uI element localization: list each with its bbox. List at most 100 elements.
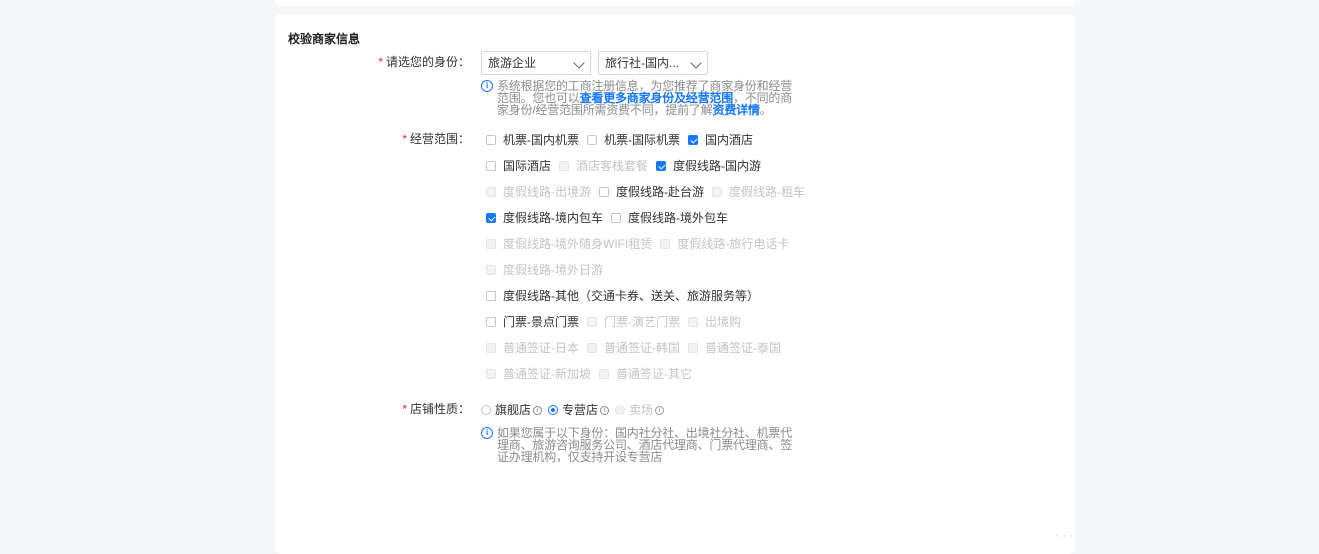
scope-checkbox: 普通签证-韩国 (587, 340, 680, 356)
scope-checkbox: 普通签证-日本 (486, 340, 579, 356)
scope-checkbox[interactable]: 机票-国内机票 (486, 132, 579, 148)
scope-checkbox-label: 普通签证-泰国 (705, 341, 781, 355)
checkbox-icon (712, 187, 722, 197)
info-icon: i (481, 427, 493, 439)
scope-checkbox: 度假线路-出境游 (486, 184, 591, 200)
required-mark: * (402, 132, 407, 146)
scope-row: 度假线路-境内包车 度假线路-境外包车 (486, 210, 736, 226)
checkbox-icon (486, 187, 496, 197)
scope-row: 度假线路-出境游 度假线路-赴台游 度假线路-租车 (486, 184, 813, 200)
info-tooltip-icon[interactable]: i (655, 405, 665, 415)
scope-checkbox[interactable]: 度假线路-境内包车 (486, 210, 603, 226)
checkbox-icon (486, 161, 496, 171)
scope-checkbox-label: 普通签证-新加坡 (503, 367, 591, 381)
scope-checkbox: 出境购 (688, 314, 741, 330)
checkbox-checked-icon (688, 135, 698, 145)
scope-checkbox-label: 度假线路-出境游 (503, 185, 591, 199)
scope-checkbox[interactable]: 度假线路-赴台游 (599, 184, 704, 200)
store-type-radio[interactable]: 旗舰店 i (481, 402, 543, 418)
scope-checkbox: 酒店客栈套餐 (559, 158, 648, 174)
checkbox-icon (486, 265, 496, 275)
scope-row: 门票-景点门票 门票-演艺门票 出境购 (486, 314, 749, 330)
scope-checkbox-label: 机票-国内机票 (503, 133, 579, 147)
store-type-hint: i 如果您属于以下身份：国内社分社、出境社分社、机票代理商、旅游咨询服务公司、酒… (481, 427, 801, 463)
checkbox-icon (587, 343, 597, 353)
store-type-radio-group: 旗舰店 i 专营店 i 卖场 i (481, 402, 670, 418)
scope-checkbox: 普通签证-泰国 (688, 340, 781, 356)
scope-row: 度假线路-其他（交通卡券、送关、旅游服务等） (486, 288, 767, 304)
store-type-label: * 店铺性质： (402, 402, 470, 416)
scope-checkbox[interactable]: 度假线路-国内游 (656, 158, 761, 174)
merchant-info-card: 校验商家信息 * 请选您的身份： 旅游企业 旅行社-国内... i 系统根据您的工… (275, 14, 1075, 554)
store-type-radio-label: 卖场 (629, 403, 654, 417)
checkbox-icon (486, 369, 496, 379)
info-tooltip-icon[interactable]: i (600, 405, 610, 415)
scope-checkbox-label: 度假线路-其他（交通卡券、送关、旅游服务等） (503, 289, 759, 303)
checkbox-icon (660, 239, 671, 249)
checkbox-icon (587, 317, 597, 327)
checkbox-icon (486, 239, 496, 249)
scope-checkbox-label: 酒店客栈套餐 (576, 159, 649, 173)
info-tooltip-icon[interactable]: i (533, 405, 543, 415)
scope-checkbox-label: 国际酒店 (503, 159, 552, 173)
checkbox-icon (688, 317, 698, 327)
store-type-radio-label: 专营店 (562, 403, 599, 417)
scope-row: 度假线路-境外日游 (486, 262, 611, 278)
scope-checkbox[interactable]: 国际酒店 (486, 158, 551, 174)
checkbox-icon (599, 369, 609, 379)
scope-row: 普通签证-新加坡 普通签证-其它 (486, 366, 700, 382)
scope-checkbox-label: 度假线路-境外包车 (628, 211, 728, 225)
checkbox-icon (599, 187, 609, 197)
scope-row: 国际酒店 酒店客栈套餐 度假线路-国内游 (486, 158, 769, 174)
checkbox-icon (587, 135, 597, 145)
scope-checkbox-label: 门票-演艺门票 (604, 315, 680, 329)
identity-subtype-select[interactable]: 旅行社-国内... (598, 51, 708, 75)
checkbox-icon (486, 317, 496, 327)
chevron-down-icon (690, 57, 702, 69)
scope-checkbox-label: 度假线路-境内包车 (503, 211, 603, 225)
info-icon: i (481, 80, 493, 92)
scope-checkbox[interactable]: 门票-景点门票 (486, 314, 579, 330)
scope-checkbox[interactable]: 度假线路-其他（交通卡券、送关、旅游服务等） (486, 288, 759, 304)
radio-icon (481, 405, 491, 415)
scope-row: 度假线路-境外随身WIFI租赁 度假线路-旅行电话卡 (486, 236, 797, 252)
scope-checkbox-label: 普通签证-日本 (503, 341, 579, 355)
fee-details-link[interactable]: 资费详情 (713, 103, 760, 117)
scope-checkbox-label: 出境购 (705, 315, 742, 329)
scope-checkbox: 普通签证-新加坡 (486, 366, 591, 382)
scope-checkbox: 度假线路-租车 (712, 184, 805, 200)
watermark: · · · (1055, 528, 1074, 542)
scope-checkbox: 度假线路-境外日游 (486, 262, 603, 278)
scope-row: 普通签证-日本 普通签证-韩国 普通签证-泰国 (486, 340, 789, 356)
scope-checkbox: 门票-演艺门票 (587, 314, 680, 330)
scope-checkbox: 普通签证-其它 (599, 366, 692, 382)
store-type-radio[interactable]: 专营店 i (548, 402, 610, 418)
scope-checkbox-label: 普通签证-韩国 (604, 341, 680, 355)
checkbox-icon (688, 343, 698, 353)
scope-checkbox-label: 度假线路-租车 (729, 185, 805, 199)
scope-checkbox[interactable]: 度假线路-境外包车 (611, 210, 728, 226)
scope-label: * 经营范围： (402, 132, 470, 146)
scope-checkbox: 度假线路-旅行电话卡 (660, 236, 789, 252)
scope-checkbox-label: 度假线路-境外日游 (503, 263, 603, 277)
checkbox-icon (486, 291, 496, 301)
checkbox-checked-icon (486, 213, 496, 223)
identity-label: * 请选您的身份： (378, 55, 470, 69)
checkbox-icon (486, 343, 496, 353)
scope-checkbox-label: 度假线路-旅行电话卡 (677, 237, 790, 251)
checkbox-checked-icon (656, 161, 667, 171)
checkbox-icon (486, 135, 496, 145)
required-mark: * (402, 402, 407, 416)
scope-checkbox-label: 普通签证-其它 (616, 367, 692, 381)
chevron-down-icon (573, 57, 585, 69)
store-type-radio-label: 旗舰店 (495, 403, 532, 417)
scope-checkbox-label: 机票-国际机票 (604, 133, 680, 147)
checkbox-icon (611, 213, 621, 223)
store-type-radio: 卖场 i (615, 402, 665, 418)
scope-checkbox[interactable]: 机票-国际机票 (587, 132, 680, 148)
identity-category-select[interactable]: 旅游企业 (481, 51, 591, 75)
scope-checkbox-label: 门票-景点门票 (503, 315, 579, 329)
section-title: 校验商家信息 (288, 32, 361, 46)
scope-checkbox-label: 度假线路-境外随身WIFI租赁 (503, 237, 653, 251)
scope-checkbox[interactable]: 国内酒店 (688, 132, 753, 148)
